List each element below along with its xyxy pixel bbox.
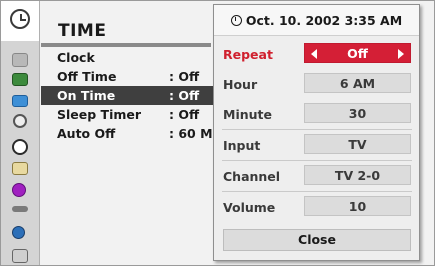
popup-row-label: Channel — [223, 169, 281, 184]
audio-icon[interactable] — [13, 114, 27, 128]
menu-item-off-time[interactable]: Off Time : Off — [41, 67, 216, 86]
lock-icon[interactable] — [12, 206, 28, 212]
popup-row-label: Minute — [223, 107, 272, 122]
popup-row-label: Input — [223, 138, 261, 153]
popup-row-repeat[interactable]: Repeat Off — [214, 41, 419, 66]
on-time-popup: Oct. 10. 2002 3:35 AM Repeat Off Hour 6 … — [213, 4, 420, 261]
tv-osd-screen: TIME Clock Off Time : Off On Time : Off … — [0, 0, 435, 266]
repeat-selector[interactable]: Off — [304, 43, 411, 63]
popup-row-hour[interactable]: Hour 6 AM — [214, 71, 419, 96]
hour-field[interactable]: 6 AM — [304, 73, 411, 93]
datetime-text: Oct. 10. 2002 3:35 AM — [245, 13, 403, 28]
title-divider — [41, 43, 211, 47]
current-datetime: Oct. 10. 2002 3:35 AM — [214, 13, 419, 28]
channel-icon[interactable] — [12, 249, 28, 263]
arrow-left-icon[interactable] — [311, 49, 317, 59]
minute-field[interactable]: 30 — [304, 103, 411, 123]
menu-item-value: : Off — [169, 107, 200, 122]
popup-row-label: Hour — [223, 77, 258, 92]
divider — [222, 160, 412, 161]
menu-item-label: On Time — [57, 88, 116, 103]
popup-row-input[interactable]: Input TV — [214, 132, 419, 157]
popup-row-channel[interactable]: Channel TV 2-0 — [214, 163, 419, 188]
menu-item-label: Clock — [57, 50, 95, 65]
popup-row-label: Volume — [223, 200, 276, 215]
menu-item-value: : Off — [169, 69, 200, 84]
menu-item-label: Sleep Timer — [57, 107, 142, 122]
popup-row-label: Repeat — [223, 47, 273, 62]
menu-item-label: Auto Off — [57, 126, 116, 141]
input-field[interactable]: TV — [304, 134, 411, 154]
close-button[interactable]: Close — [223, 229, 411, 251]
divider — [222, 191, 412, 192]
picture-icon[interactable] — [12, 53, 28, 67]
menu-item-clock[interactable]: Clock — [41, 48, 216, 67]
menu-item-label: Off Time — [57, 69, 117, 84]
tv-icon[interactable] — [12, 73, 28, 86]
menu-item-value: : 60 M — [169, 126, 213, 141]
info-icon[interactable] — [12, 183, 26, 197]
popup-row-minute[interactable]: Minute 30 — [214, 101, 419, 126]
channel-field[interactable]: TV 2-0 — [304, 165, 411, 185]
option-icon[interactable] — [12, 162, 28, 175]
page-title: TIME — [58, 21, 107, 41]
time-icon[interactable] — [12, 139, 28, 155]
popup-header: Oct. 10. 2002 3:35 AM — [214, 5, 419, 36]
menu-item-value: : Off — [169, 88, 200, 103]
clock-icon — [230, 15, 242, 26]
icon-strip — [1, 1, 40, 265]
arrow-right-icon[interactable] — [398, 49, 404, 59]
strip-header — [1, 1, 39, 41]
divider — [222, 129, 412, 130]
menu-item-auto-off[interactable]: Auto Off : 60 M — [41, 124, 216, 143]
setup-icon[interactable] — [12, 226, 25, 239]
popup-row-volume[interactable]: Volume 10 — [214, 194, 419, 219]
menu-item-sleep-timer[interactable]: Sleep Timer : Off — [41, 105, 216, 124]
popup-row-value: Off — [347, 46, 368, 61]
menu-item-on-time[interactable]: On Time : Off — [41, 86, 216, 105]
volume-field[interactable]: 10 — [304, 196, 411, 216]
screen-icon[interactable] — [12, 95, 28, 107]
time-settings-list: Clock Off Time : Off On Time : Off Sleep… — [41, 48, 216, 143]
clock-large-icon — [10, 9, 30, 29]
